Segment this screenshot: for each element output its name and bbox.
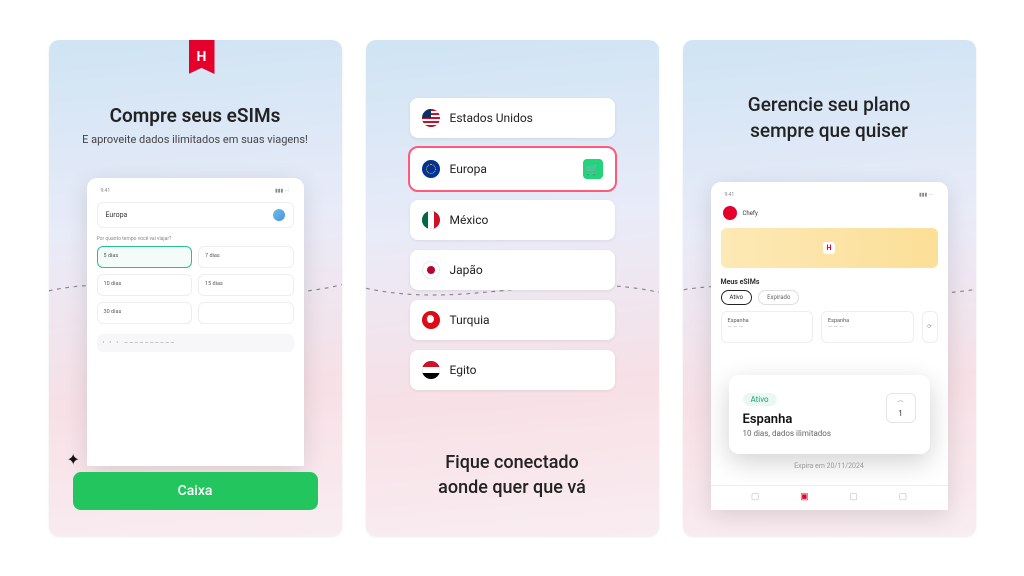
tab-home-icon[interactable]: ▢ <box>751 492 760 502</box>
status-badge: Ativo <box>743 393 777 406</box>
duration-option[interactable]: 5 dias <box>97 246 193 268</box>
my-esims-title: Meus eSIMs <box>721 278 938 286</box>
panel2-footer: Fique conectado aonde quer que vá <box>366 451 659 500</box>
active-plan-card[interactable]: Ativo Espanha 10 dias, dados ilimitados … <box>729 375 930 454</box>
avatar[interactable] <box>723 206 737 220</box>
refresh-icon[interactable]: ⟳ <box>922 311 938 343</box>
destination-row[interactable]: Europa <box>97 202 294 228</box>
calendar-icon: ⌒ 1 <box>886 393 916 423</box>
country-item-eg[interactable]: Egito <box>410 350 615 390</box>
flag-tr-icon <box>422 311 440 329</box>
esim-card[interactable]: Espanha— — — <box>821 311 914 343</box>
duration-option[interactable]: 7 dias <box>198 246 294 268</box>
tablet-mock-1: 9:41▮▮▮ ⋯ Europa Por quanto tempo você v… <box>87 178 304 466</box>
plan-subtitle: 10 dias, dados ilimitados <box>743 429 916 438</box>
checkout-button[interactable]: Caixa <box>73 472 318 510</box>
country-item-mx[interactable]: México <box>410 200 615 240</box>
tab-esim-icon[interactable]: ▣ <box>800 492 809 502</box>
flag-us-icon <box>422 109 440 127</box>
flag-eg-icon <box>422 361 440 379</box>
promo-banner[interactable]: H <box>721 228 938 268</box>
duration-option[interactable]: 30 dias <box>97 302 193 324</box>
panel3-header: Gerencie seu plano sempre que quiser <box>683 92 976 143</box>
screenshot-panel-1: H Compre seus eSIMs E aproveite dados il… <box>49 40 342 536</box>
country-item-eu[interactable]: Europa 🛒 <box>410 148 615 190</box>
flag-eu-icon <box>422 160 440 178</box>
duration-option[interactable] <box>198 302 294 324</box>
country-item-us[interactable]: Estados Unidos <box>410 98 615 138</box>
screenshot-panel-3: Gerencie seu plano sempre que quiser 9:4… <box>683 40 976 536</box>
cart-icon[interactable]: 🛒 <box>583 159 603 179</box>
tab-profile-icon[interactable]: ▢ <box>899 492 908 502</box>
tab-shop-icon[interactable]: ▢ <box>849 492 858 502</box>
flag-jp-icon <box>422 261 440 279</box>
esim-card[interactable]: Espanha— — — <box>721 311 814 343</box>
country-item-jp[interactable]: Japão <box>410 250 615 290</box>
filter-chip-active[interactable]: Ativo <box>721 290 753 305</box>
screenshot-panel-2: Estados Unidos Europa 🛒 México Japão Tur… <box>366 40 659 536</box>
sparkle-icon: ✦ <box>67 450 80 469</box>
flag-mx-icon <box>422 211 440 229</box>
brand-ribbon: H <box>189 40 215 74</box>
filter-chip-expired[interactable]: Expirado <box>758 290 799 305</box>
tab-bar: ▢ ▣ ▢ ▢ <box>711 485 948 502</box>
duration-option[interactable]: 10 dias <box>97 274 193 296</box>
panel1-title: Compre seus eSIMs <box>67 104 324 127</box>
globe-icon <box>273 209 285 221</box>
duration-question: Por quanto tempo você vai viajar? <box>97 236 294 242</box>
expire-text: Expira em 20/11/2024 <box>711 462 948 470</box>
tablet-mock-3: 9:41▮▮▮ ⋯ Chefy H Meus eSIMs Ativo Expir… <box>711 182 948 510</box>
duration-option[interactable]: 15 dias <box>198 274 294 296</box>
info-note: • • •— — — — — — — — — — <box>97 334 294 352</box>
brand-badge-icon: H <box>823 242 835 254</box>
panel1-subtitle: E aproveite dados ilimitados em suas via… <box>67 133 324 146</box>
welcome-name: Chefy <box>743 210 758 217</box>
country-list: Estados Unidos Europa 🛒 México Japão Tur… <box>410 98 615 390</box>
country-item-tr[interactable]: Turquia <box>410 300 615 340</box>
